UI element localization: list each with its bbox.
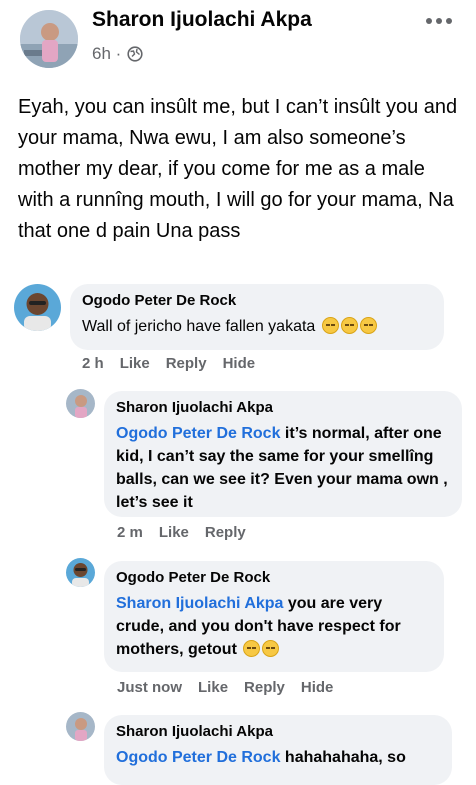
commenter-avatar[interactable] xyxy=(14,284,61,331)
comment-time[interactable]: Just now xyxy=(117,679,182,696)
smirk-face-icon xyxy=(243,640,261,657)
comment-bubble: Ogodo Peter De Rock Sharon Ijuolachi Akp… xyxy=(104,561,444,672)
post-author-name[interactable]: Sharon Ijuolachi Akpa xyxy=(92,8,312,32)
hide-button[interactable]: Hide xyxy=(301,679,334,696)
mention-link[interactable]: Ogodo Peter De Rock xyxy=(116,425,280,442)
comment-author[interactable]: Ogodo Peter De Rock xyxy=(82,292,432,309)
mention-link[interactable]: Sharon Ijuolachi Akpa xyxy=(116,595,283,612)
comment-bubble: Ogodo Peter De Rock Wall of jericho have… xyxy=(70,284,444,350)
globe-icon xyxy=(127,46,143,62)
post-timestamp[interactable]: 6h · xyxy=(92,44,143,64)
like-button[interactable]: Like xyxy=(120,355,150,372)
relieved-face-icon xyxy=(262,640,280,657)
comment-bubble: Sharon Ijuolachi Akpa Ogodo Peter De Roc… xyxy=(104,391,462,517)
comment-text: Wall of jericho have fallen yakata xyxy=(82,315,432,338)
post-time-text: 6h · xyxy=(92,44,122,63)
smirk-face-icon xyxy=(340,317,358,334)
hide-button[interactable]: Hide xyxy=(223,355,256,372)
comment-text: Sharon Ijuolachi Akpa you are very crude… xyxy=(116,595,401,658)
more-options-icon[interactable] xyxy=(424,12,454,30)
comment-author[interactable]: Sharon Ijuolachi Akpa xyxy=(116,723,440,740)
reply-button[interactable]: Reply xyxy=(166,355,207,372)
commenter-avatar[interactable] xyxy=(66,712,95,741)
comment-actions: 2 h Like Reply Hide xyxy=(82,355,271,372)
comment-author[interactable]: Ogodo Peter De Rock xyxy=(116,569,432,586)
commenter-avatar[interactable] xyxy=(66,389,95,418)
hushed-face-icon xyxy=(321,317,339,334)
post-body: Eyah, you can insûlt me, but I can’t ins… xyxy=(18,96,458,242)
comment-time[interactable]: 2 h xyxy=(82,355,104,372)
like-button[interactable]: Like xyxy=(198,679,228,696)
reply-button[interactable]: Reply xyxy=(244,679,285,696)
comment-bubble: Sharon Ijuolachi Akpa Ogodo Peter De Roc… xyxy=(104,715,452,785)
relieved-face-icon xyxy=(359,317,377,334)
author-avatar[interactable] xyxy=(20,10,78,68)
commenter-avatar[interactable] xyxy=(66,558,95,587)
mention-link[interactable]: Ogodo Peter De Rock xyxy=(116,749,280,766)
comment-author[interactable]: Sharon Ijuolachi Akpa xyxy=(116,399,450,416)
comment-text: Ogodo Peter De Rock hahahahaha, so xyxy=(116,749,406,766)
comment-time[interactable]: 2 m xyxy=(117,524,143,541)
comment-actions: 2 m Like Reply xyxy=(117,524,262,541)
reply-button[interactable]: Reply xyxy=(205,524,246,541)
like-button[interactable]: Like xyxy=(159,524,189,541)
comment-text: Ogodo Peter De Rock it’s normal, after o… xyxy=(116,425,448,511)
comment-actions: Just now Like Reply Hide xyxy=(117,679,349,696)
